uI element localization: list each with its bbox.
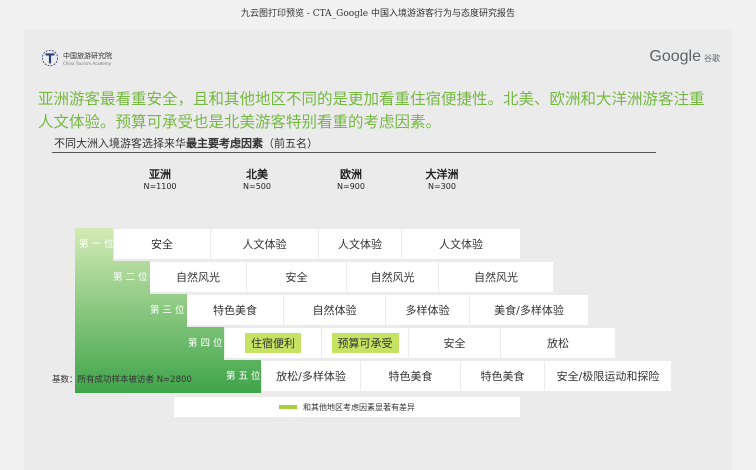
chart-title-bold: 最主要考虑因素 — [186, 137, 263, 150]
factor-label: 多样体验 — [405, 304, 450, 317]
factor-cell: 预算可承受 — [322, 328, 408, 358]
factor-label: 自然风光 — [370, 271, 415, 284]
logo-cn-text: 中国旅游研究院 — [63, 51, 112, 60]
column-header: 北美 N=500 — [227, 166, 287, 191]
column-header: 欧洲 N=900 — [321, 166, 381, 191]
column-name: 欧洲 — [340, 168, 362, 181]
factor-cell: 自然风光 — [347, 262, 438, 292]
column-sample-size: N=900 — [337, 182, 365, 191]
factor-cell: 安全/极限运动和探险 — [545, 361, 671, 391]
factor-cell: 自然风光 — [150, 262, 246, 292]
factor-label: 安全 — [151, 238, 173, 251]
rank-label: 第 五 位 — [226, 371, 261, 382]
column-name: 大洋洲 — [425, 168, 459, 181]
factor-label: 特色美食 — [213, 304, 257, 317]
chart-title-prefix: 不同大洲入境游客选择来华 — [54, 137, 186, 150]
factor-cell: 特色美食 — [187, 295, 283, 325]
factor-cell: 特色美食 — [361, 361, 460, 391]
headline: 亚洲游客最看重安全，且和其他地区不同的是更加看重住宿便捷性。北美、欧洲和大洋洲游… — [38, 90, 705, 131]
rank-label: 第 二 位 — [113, 272, 148, 283]
column-sample-size: N=1100 — [143, 182, 177, 191]
google-cn-text: 谷歌 — [704, 54, 720, 63]
document-title: 九云图打印预览 - CTA_Google 中国入境游游客行为与态度研究报告 — [240, 9, 515, 19]
google-wordmark: Google — [649, 48, 701, 65]
factor-cell: 住宿便利 — [225, 328, 321, 358]
factor-cell: 安全 — [247, 262, 346, 292]
factor-label: 自然体验 — [312, 304, 357, 317]
column-name: 北美 — [246, 168, 268, 181]
chart-title: 不同大洲入境游客选择来华最主要考虑因素（前五名） — [54, 135, 318, 151]
factor-label: 安全 — [443, 337, 466, 350]
cta-logo: 中国旅游研究院 China Tourism Academy — [41, 49, 112, 67]
column-sample-size: N=500 — [243, 182, 271, 191]
factor-label: 安全/极限运动和探险 — [556, 370, 660, 383]
column-sample-size: N=300 — [428, 182, 456, 191]
factor-label-highlighted: 住宿便利 — [245, 333, 301, 353]
factor-cell: 放松 — [501, 328, 615, 358]
column-header: 大洋洲 N=300 — [412, 166, 472, 191]
cta-logo-icon — [41, 49, 59, 67]
legend-label: 和其他地区考虑因素显著有差异 — [303, 402, 415, 412]
factor-cell: 特色美食 — [461, 361, 544, 391]
legend-swatch — [279, 405, 297, 409]
factor-cell: 自然体验 — [284, 295, 385, 325]
factor-cell: 美食/多样体验 — [470, 295, 588, 325]
factor-label: 放松 — [547, 337, 569, 350]
factor-cell: 安全 — [409, 328, 500, 358]
factor-label: 自然风光 — [474, 271, 518, 284]
logo-en-text: China Tourism Academy — [63, 60, 112, 66]
column-header: 亚洲 N=1100 — [130, 166, 190, 191]
rank-label: 第 一 位 — [79, 239, 114, 250]
factor-cell: 人文体验 — [402, 229, 520, 259]
column-name: 亚洲 — [149, 168, 171, 181]
factor-label: 安全 — [285, 271, 308, 284]
factor-label: 放松/多样体验 — [276, 370, 346, 383]
factor-label: 人文体验 — [338, 238, 382, 251]
chart-title-suffix: （前五名） — [263, 137, 318, 150]
factor-label: 自然风光 — [176, 271, 220, 284]
rank-label: 第 三 位 — [150, 305, 185, 316]
factor-label: 人文体验 — [242, 238, 287, 251]
legend: 和其他地区考虑因素显著有差异 — [174, 397, 520, 417]
factor-label: 人文体验 — [439, 238, 483, 251]
factor-cell: 安全 — [114, 229, 210, 259]
google-logo: Google 谷歌 — [649, 48, 720, 66]
rank-label: 第 四 位 — [188, 338, 223, 349]
factor-cell: 人文体验 — [211, 229, 318, 259]
factor-cell: 多样体验 — [386, 295, 469, 325]
factor-cell: 放松/多样体验 — [262, 361, 360, 391]
factor-cell: 人文体验 — [319, 229, 401, 259]
title-rule — [52, 152, 656, 153]
factor-label-highlighted: 预算可承受 — [331, 333, 399, 353]
factor-label: 美食/多样体验 — [494, 304, 564, 317]
factor-label: 特色美食 — [480, 370, 525, 383]
factor-label: 特色美食 — [388, 370, 433, 383]
factor-cell: 自然风光 — [439, 262, 553, 292]
basis-note: 基数：所有成功样本被访者 N=2800 — [52, 375, 192, 385]
